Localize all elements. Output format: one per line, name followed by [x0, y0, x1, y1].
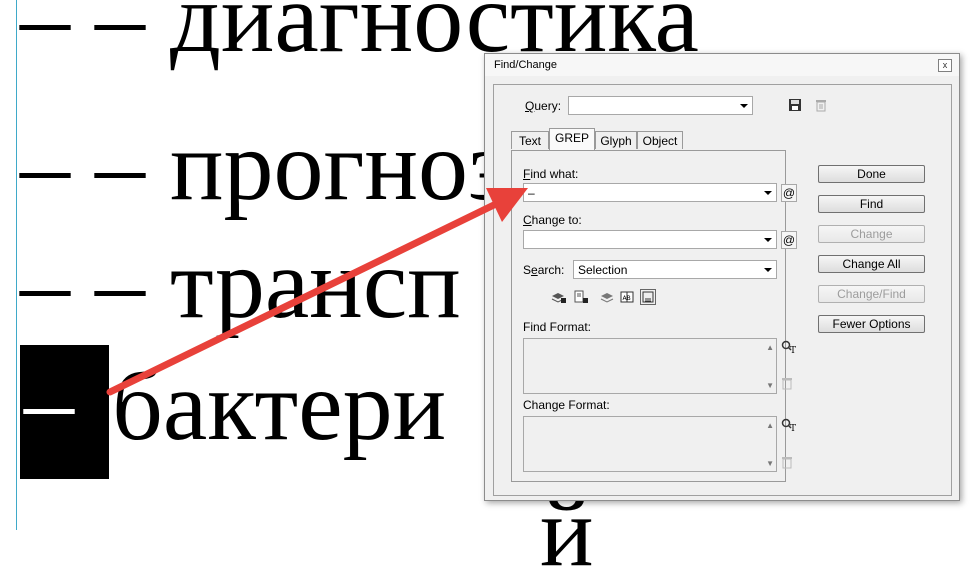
- special-chars-change-button[interactable]: @: [781, 231, 797, 249]
- close-button[interactable]: x: [938, 59, 952, 72]
- done-button[interactable]: Done: [818, 165, 925, 183]
- change-find-button[interactable]: Change/Find: [818, 285, 925, 303]
- svg-text:AB: AB: [623, 295, 631, 302]
- special-chars-find-button[interactable]: @: [781, 184, 797, 202]
- query-label: Query:: [525, 99, 562, 113]
- line-prefix: – –: [20, 0, 145, 73]
- dialog-title: Find/Change: [494, 59, 557, 71]
- search-label: Search:: [523, 263, 565, 277]
- document-line-2: – – прогноз: [20, 116, 508, 216]
- specify-attributes-icon[interactable]: T: [781, 418, 797, 434]
- line-text: прогноз: [170, 110, 508, 221]
- clear-attributes-icon[interactable]: [781, 455, 797, 469]
- tab-text[interactable]: Text: [511, 131, 549, 149]
- chevron-down-icon: [740, 104, 748, 108]
- tab-glyph[interactable]: Glyph: [595, 131, 637, 149]
- change-to-input[interactable]: [523, 230, 777, 249]
- change-format-label: Change Format:: [523, 398, 610, 412]
- change-to-label: Change to:: [523, 213, 582, 227]
- change-format-box[interactable]: ▲ ▼: [523, 416, 777, 472]
- line-prefix: – –: [20, 228, 145, 339]
- specify-attributes-icon[interactable]: T: [781, 340, 797, 356]
- include-locked-layers-icon[interactable]: [551, 290, 566, 304]
- margin-guide: [16, 0, 17, 530]
- change-button[interactable]: Change: [818, 225, 925, 243]
- line-text: бактери: [112, 350, 447, 461]
- document-line-3: – – трансп: [20, 234, 461, 334]
- tab-object[interactable]: Object: [637, 131, 683, 149]
- document-line-4: бактери: [112, 356, 446, 456]
- chevron-down-icon: [764, 191, 772, 195]
- chevron-down-icon: [764, 268, 772, 272]
- save-query-icon[interactable]: [787, 96, 803, 114]
- search-scope-value: Selection: [578, 263, 628, 277]
- special-chars-icon: @: [782, 186, 796, 200]
- line-text: трансп: [170, 228, 461, 339]
- svg-text:T: T: [790, 346, 796, 354]
- search-scope-dropdown[interactable]: Selection: [573, 260, 777, 279]
- fewer-options-button[interactable]: Fewer Options: [818, 315, 925, 333]
- scroll-up-icon[interactable]: ▲: [766, 343, 774, 352]
- find-format-box[interactable]: ▲ ▼: [523, 338, 777, 394]
- find-what-value: –: [528, 186, 535, 200]
- find-change-dialog: Find/Change x Query: Text GREP Glyph Obj…: [484, 53, 960, 501]
- scroll-down-icon[interactable]: ▼: [766, 459, 774, 468]
- find-button[interactable]: Find: [818, 195, 925, 213]
- clear-attributes-icon[interactable]: [781, 376, 797, 390]
- special-chars-icon: @: [782, 233, 796, 247]
- delete-query-icon[interactable]: [813, 96, 829, 114]
- include-footnotes-icon[interactable]: [640, 289, 656, 305]
- find-what-label: Find what:: [523, 167, 579, 181]
- change-all-button[interactable]: Change All: [818, 255, 925, 273]
- tab-grep[interactable]: GREP: [549, 128, 595, 150]
- close-icon: x: [942, 60, 948, 70]
- include-hidden-layers-icon[interactable]: [600, 290, 614, 304]
- line-prefix: – –: [20, 110, 145, 221]
- selected-dash: –: [24, 346, 74, 457]
- find-format-label: Find Format:: [523, 320, 592, 334]
- include-master-pages-icon[interactable]: AB: [620, 290, 634, 304]
- dialog-titlebar[interactable]: Find/Change x: [485, 54, 959, 76]
- query-dropdown[interactable]: [568, 96, 753, 115]
- find-what-input[interactable]: –: [523, 183, 777, 202]
- scroll-up-icon[interactable]: ▲: [766, 421, 774, 430]
- svg-text:T: T: [790, 424, 796, 432]
- scroll-down-icon[interactable]: ▼: [766, 381, 774, 390]
- include-locked-stories-icon[interactable]: [573, 290, 588, 304]
- chevron-down-icon: [764, 238, 772, 242]
